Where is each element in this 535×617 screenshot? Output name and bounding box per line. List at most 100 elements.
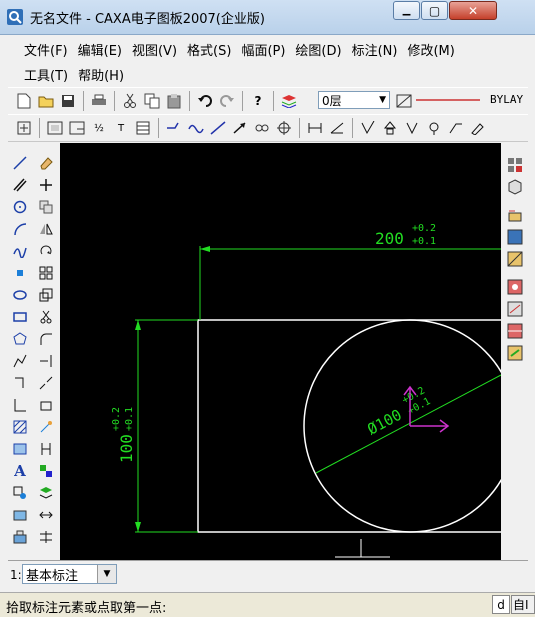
menu-view[interactable]: 视图(V) [130, 39, 179, 60]
rotate-tool-icon[interactable] [36, 241, 56, 261]
line-tool-icon[interactable] [10, 153, 30, 173]
linetype-value[interactable]: BYLAY [490, 93, 523, 106]
menu-edit[interactable]: 编辑(E) [76, 39, 124, 60]
part-number-icon[interactable]: ½ [89, 118, 109, 138]
copy-icon[interactable] [142, 91, 162, 111]
layer-stack-icon[interactable] [279, 91, 299, 111]
menu-help[interactable]: 帮助(H) [76, 64, 126, 85]
partial-view-icon[interactable] [505, 277, 525, 297]
minimize-button[interactable]: ▁ [393, 1, 420, 20]
centerline-tool-icon[interactable] [10, 373, 30, 393]
fill-tool-icon[interactable] [10, 439, 30, 459]
title-block-icon[interactable] [67, 118, 87, 138]
color-change-icon[interactable] [36, 461, 56, 481]
datum-icon[interactable] [380, 118, 400, 138]
print-icon[interactable] [89, 91, 109, 111]
menu-modify[interactable]: 修改(M) [405, 39, 456, 60]
menu-sheet[interactable]: 幅面(P) [239, 39, 287, 60]
library-tool-icon[interactable] [10, 527, 30, 547]
menu-dimension[interactable]: 标注(N) [350, 39, 400, 60]
polyline-tool-icon[interactable] [10, 351, 30, 371]
dim-top-tol-upper: +0.2 [412, 223, 436, 234]
align-tool-icon[interactable] [36, 505, 56, 525]
array-tool-icon[interactable] [36, 263, 56, 283]
status-snap-box[interactable]: 自I [511, 595, 535, 614]
menu-format[interactable]: 格式(S) [185, 39, 233, 60]
offset-tool-icon[interactable] [36, 527, 56, 547]
image-tool-icon[interactable] [10, 505, 30, 525]
arc-tool-icon[interactable] [10, 219, 30, 239]
menu-draw[interactable]: 绘图(D) [293, 39, 343, 60]
hatch-fill-icon[interactable] [10, 417, 30, 437]
arrow-icon[interactable] [230, 118, 250, 138]
drawing-canvas[interactable]: 200 +0.2 +0.1 100 +0.2 +0.1 Ø100 +0.2 +0… [60, 143, 501, 560]
layer-change-icon[interactable] [36, 483, 56, 503]
linetype-icon[interactable] [394, 91, 414, 111]
trim-tool-icon[interactable] [36, 307, 56, 327]
chevron-down-icon: ▼ [97, 565, 116, 583]
center-mark-icon[interactable] [274, 118, 294, 138]
redo-icon[interactable] [217, 91, 237, 111]
new-file-icon[interactable] [14, 91, 34, 111]
3d-view-icon[interactable] [505, 177, 525, 197]
spline-tool-icon[interactable] [10, 241, 30, 261]
detail-view-icon[interactable] [505, 227, 525, 247]
move-tool-icon[interactable] [36, 175, 56, 195]
surface-finish-icon[interactable] [358, 118, 378, 138]
point-tool-icon[interactable] [10, 263, 30, 283]
mirror-tool-icon[interactable] [36, 219, 56, 239]
eraser-icon[interactable] [36, 153, 56, 173]
view-main-icon[interactable] [505, 155, 525, 175]
close-button[interactable]: ✕ [449, 1, 497, 20]
layer-select[interactable]: 0层 ▼ [318, 91, 390, 109]
undo-icon[interactable] [195, 91, 215, 111]
contour-tool-icon[interactable] [10, 395, 30, 415]
aux-view-icon[interactable] [505, 249, 525, 269]
linear-dimension-icon[interactable] [305, 118, 325, 138]
break-tool-icon[interactable] [36, 373, 56, 393]
stretch-tool-icon[interactable] [36, 395, 56, 415]
status-coord-box[interactable]: d [492, 595, 510, 614]
save-icon[interactable] [58, 91, 78, 111]
cut-icon[interactable] [120, 91, 140, 111]
tolerance-icon[interactable] [424, 118, 444, 138]
rectangle-tool-icon[interactable] [10, 307, 30, 327]
block-tool-icon[interactable] [10, 483, 30, 503]
section-view-icon[interactable] [505, 205, 525, 225]
help-icon[interactable]: ? [248, 91, 268, 111]
circle-tool-icon[interactable] [10, 197, 30, 217]
maximize-button[interactable]: ▢ [421, 1, 448, 20]
detail-table-icon[interactable] [133, 118, 153, 138]
open-folder-icon[interactable] [36, 91, 56, 111]
rotated-view-icon[interactable] [505, 299, 525, 319]
snap-icon[interactable] [164, 118, 184, 138]
view-update-icon[interactable] [505, 343, 525, 363]
text-block-icon[interactable]: T [111, 118, 131, 138]
extend-tool-icon[interactable] [36, 351, 56, 371]
menu-file[interactable]: 文件(F) [22, 39, 70, 60]
fillet-tool-icon[interactable] [36, 329, 56, 349]
break-line-icon[interactable] [208, 118, 228, 138]
polygon-tool-icon[interactable] [10, 329, 30, 349]
parallel-line-icon[interactable] [10, 175, 30, 195]
divide-tool-icon[interactable] [36, 439, 56, 459]
menu-tools[interactable]: 工具(T) [22, 64, 70, 85]
broken-view-icon[interactable] [505, 321, 525, 341]
toolbar-separator [189, 91, 190, 111]
dim-top-tol-lower: +0.1 [412, 236, 436, 247]
scale-tool-icon[interactable] [36, 285, 56, 305]
text-tool-icon[interactable]: A [10, 461, 30, 481]
leader-icon[interactable] [446, 118, 466, 138]
move-view-icon[interactable] [14, 118, 34, 138]
edit-dimension-icon[interactable] [468, 118, 488, 138]
explode-tool-icon[interactable] [36, 417, 56, 437]
paste-icon[interactable] [164, 91, 184, 111]
copy-tool-icon[interactable] [36, 197, 56, 217]
ellipse-tool-icon[interactable] [10, 285, 30, 305]
angle-dimension-icon[interactable] [327, 118, 347, 138]
hatch-icon[interactable] [252, 118, 272, 138]
dimension-mode-select[interactable]: 基本标注 ▼ [22, 564, 117, 584]
frame-icon[interactable] [45, 118, 65, 138]
wave-line-icon[interactable] [186, 118, 206, 138]
weld-symbol-icon[interactable] [402, 118, 422, 138]
